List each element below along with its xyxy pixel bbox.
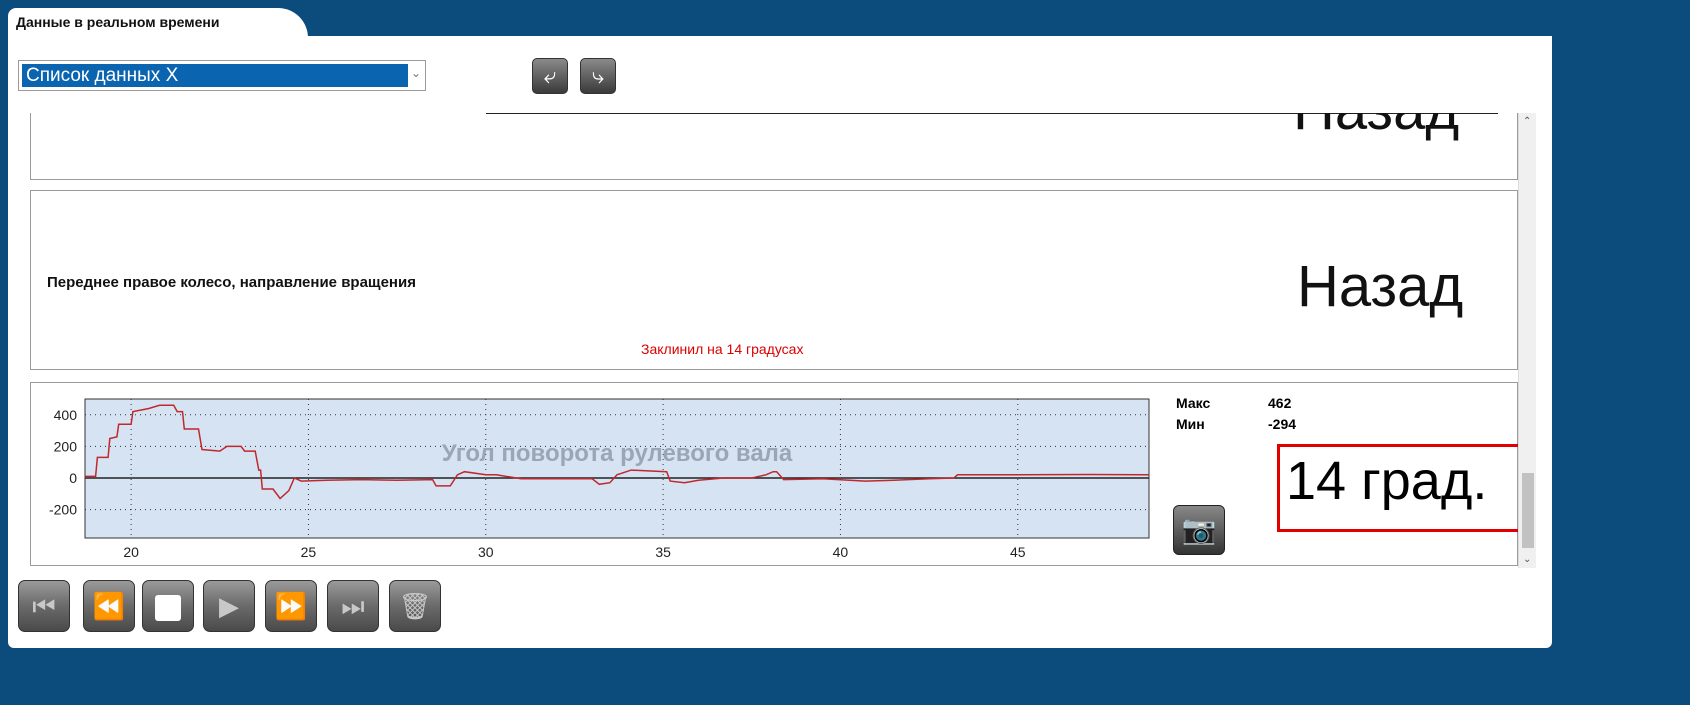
data-list-select-value: Список данных X [22,64,408,87]
min-label: Мин [1176,416,1205,432]
list-item-chart[interactable]: 20 25 30 35 40 45 400 200 0 -200 Угол поворота рул… [30,382,1518,566]
x-tick-label: 20 [123,544,139,560]
y-tick-label: 200 [54,438,78,454]
item-value: Назад [1293,113,1459,143]
stop-button[interactable] [142,580,194,632]
skip-to-end-button[interactable]: ⏭ [327,580,379,632]
fast-forward-icon: ⏩ [274,591,308,621]
snapshot-button[interactable]: 📷 [1173,505,1225,555]
chart-title: Угол поворота рулевого вала [442,440,793,467]
y-tick-label: 400 [54,407,78,423]
skip-end-icon: ⏭ [341,591,365,621]
skip-start-icon: ⏮ [32,591,56,621]
current-value-highlight: 14 град. [1277,444,1518,532]
skip-to-start-button[interactable]: ⏮ [18,580,70,632]
x-tick-label: 30 [478,544,494,560]
data-list: Назад Переднее правое колесо, направлени… [30,113,1518,568]
arrow-back-icon: ⤶ [543,63,557,88]
scrollbar-thumb[interactable] [1522,473,1534,548]
arrow-forward-icon: ⤷ [591,63,605,88]
max-label: Макс [1176,395,1211,411]
forward-button[interactable]: ⤷ [580,58,616,94]
item-label: Переднее правое колесо, направление вращ… [47,274,416,291]
x-tick-label: 45 [1010,544,1026,560]
y-tick-label: 0 [69,470,77,486]
back-button[interactable]: ⤶ [532,58,568,94]
plot-area [84,398,1150,539]
trash-icon: 🗑 [398,591,432,621]
annotation-text: Заклинил на 14 градусах [641,341,804,357]
x-tick-label: 40 [833,544,849,560]
play-button[interactable]: ▶ [203,580,255,632]
item-value: Назад [1297,254,1464,319]
max-value: 462 [1268,395,1292,411]
list-scrollbar[interactable]: ⌃ ⌄ [1518,113,1536,568]
min-value: -294 [1268,416,1297,432]
scroll-up-icon[interactable]: ⌃ [1523,116,1531,127]
x-tick-label: 35 [655,544,671,560]
stop-icon [155,595,181,622]
camera-icon: 📷 [1181,514,1217,545]
rewind-button[interactable]: ⏪ [83,580,135,632]
data-list-select[interactable]: Список данных X ⌄ [18,60,426,91]
fast-forward-button[interactable]: ⏩ [265,580,317,632]
y-tick-label: -200 [49,502,77,518]
delete-button[interactable]: 🗑 [389,580,441,632]
x-tick-label: 25 [301,544,317,560]
chevron-down-icon: ⌄ [410,66,421,80]
play-icon: ▶ [219,591,239,621]
list-item[interactable]: Назад [30,113,1518,180]
scroll-down-icon[interactable]: ⌄ [1523,554,1531,565]
list-item[interactable]: Переднее правое колесо, направление вращ… [30,190,1518,370]
rewind-icon: ⏪ [92,591,126,621]
steering-angle-chart: 20 25 30 35 40 45 400 200 0 -200 Угол поворота рул… [49,398,1150,560]
